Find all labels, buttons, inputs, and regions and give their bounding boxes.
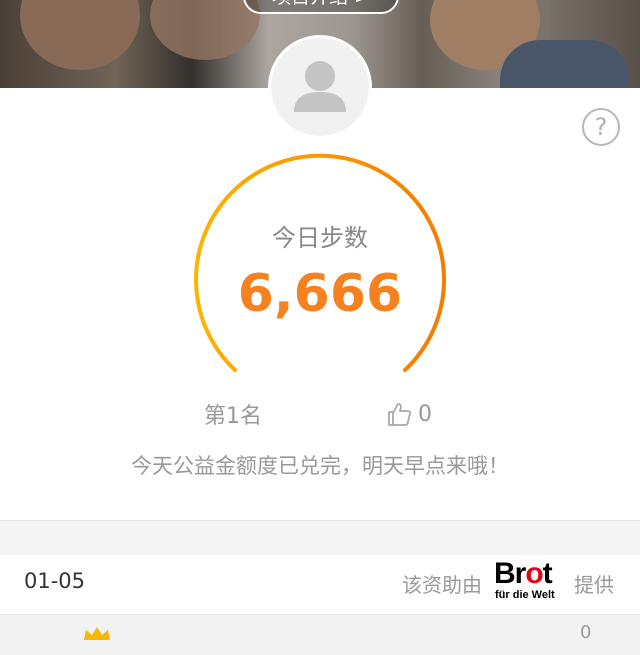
like-count: 0 (418, 401, 432, 427)
project-intro-button[interactable]: 项目介绍 > (243, 0, 399, 14)
sponsor-logo[interactable]: Brot für die Welt (494, 557, 566, 603)
date-label: 01-05 (24, 569, 86, 593)
rank-text[interactable]: 第1名 (204, 398, 262, 430)
sponsor-logo-subtitle: für die Welt (495, 589, 555, 601)
sponsor-logo-name: Brot (494, 557, 553, 590)
daily-notice: 今天公益金额度已兑完，明天早点来哦！ (131, 454, 509, 478)
steps-gauge (194, 153, 446, 372)
today-steps-label: 今日步数 (272, 224, 368, 252)
like-button[interactable]: 0 (386, 398, 432, 430)
user-avatar[interactable] (271, 38, 369, 136)
sponsor-suffix: 提供 (574, 573, 614, 597)
section-separator (0, 520, 640, 556)
today-steps-value: 6,666 (237, 264, 403, 324)
sponsor-prefix: 该资助由 (402, 573, 482, 597)
thumbs-up-icon (388, 403, 412, 426)
sponsor-row: 01-05 该资助由 Brot für die Welt 提供 (0, 555, 640, 613)
avatar-placeholder-icon (294, 61, 346, 112)
help-icon[interactable]: ? (582, 108, 620, 146)
